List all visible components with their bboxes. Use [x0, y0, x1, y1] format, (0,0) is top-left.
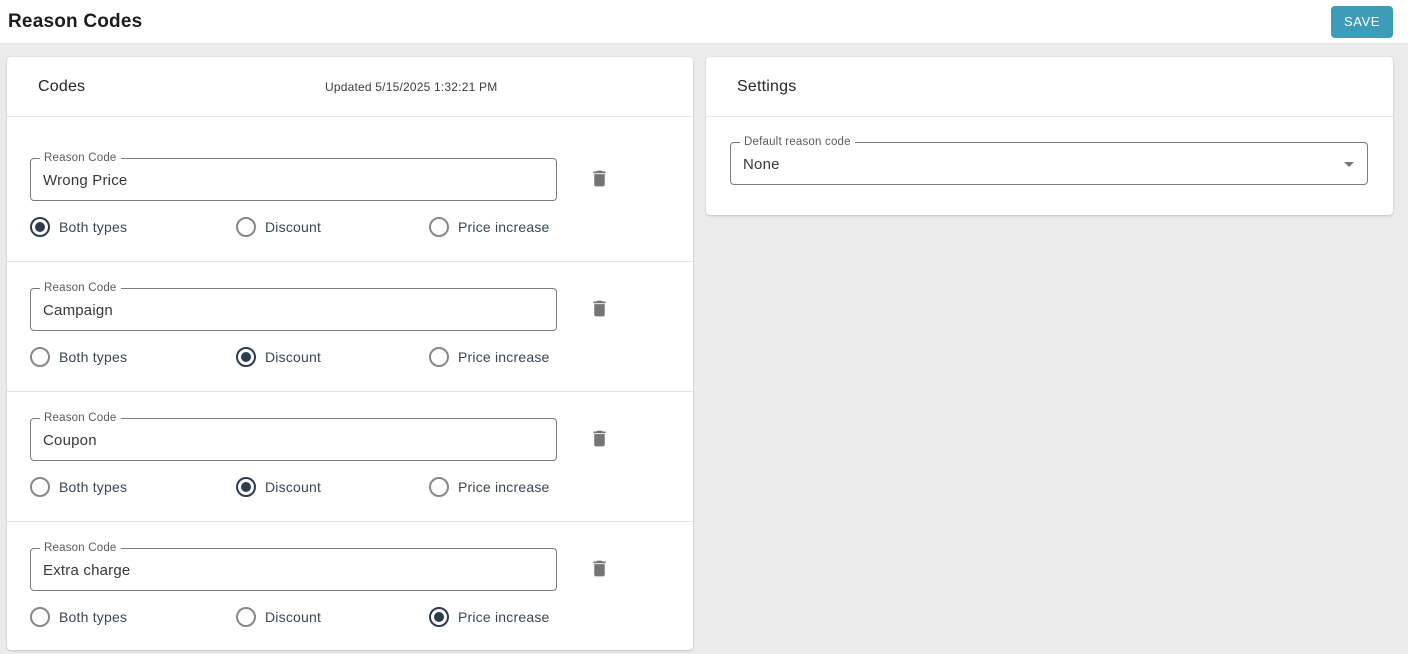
radio-label: Price increase — [458, 609, 550, 625]
reason-code-input[interactable] — [31, 289, 556, 330]
radio-icon — [429, 347, 449, 367]
settings-panel-header: Settings — [706, 57, 1393, 117]
radio-label: Both types — [59, 479, 127, 495]
type-radio-group: Both types Discount Price increase — [30, 347, 550, 367]
trash-icon — [589, 298, 610, 319]
save-button[interactable]: SAVE — [1331, 6, 1393, 38]
trash-icon — [589, 558, 610, 579]
type-radio-group: Both types Discount Price increase — [30, 477, 550, 497]
reason-code-field-label: Reason Code — [40, 542, 121, 555]
settings-panel-title: Settings — [737, 78, 796, 96]
updated-timestamp: Updated 5/15/2025 1:32:21 PM — [325, 80, 497, 94]
reason-code-input[interactable] — [31, 159, 556, 200]
radio-icon — [429, 477, 449, 497]
radio-label: Discount — [265, 219, 321, 235]
default-reason-code-value: None — [731, 154, 780, 173]
reason-code-row: Reason Code Both types Discount Price in… — [7, 522, 693, 649]
radio-icon — [30, 347, 50, 367]
reason-code-input[interactable] — [31, 549, 556, 590]
reason-code-field: Reason Code — [30, 158, 557, 201]
radio-price-increase[interactable]: Price increase — [429, 347, 550, 367]
radio-both-types[interactable]: Both types — [30, 217, 236, 237]
radio-label: Price increase — [458, 219, 550, 235]
reason-code-field: Reason Code — [30, 418, 557, 461]
radio-discount[interactable]: Discount — [236, 347, 429, 367]
radio-discount[interactable]: Discount — [236, 607, 429, 627]
codes-panel-title: Codes — [38, 78, 85, 96]
reason-code-row: Reason Code Both types Discount Price in… — [7, 262, 693, 392]
delete-reason-button[interactable] — [586, 295, 612, 321]
codes-panel-header: Codes Updated 5/15/2025 1:32:21 PM — [7, 57, 693, 117]
radio-icon — [429, 607, 449, 627]
reason-code-row: Reason Code Both types Discount Price in… — [7, 117, 693, 262]
radio-icon — [429, 217, 449, 237]
radio-icon — [30, 607, 50, 627]
top-bar: Reason Codes SAVE — [0, 0, 1408, 44]
reason-code-field: Reason Code — [30, 548, 557, 591]
radio-price-increase[interactable]: Price increase — [429, 607, 550, 627]
chevron-down-icon — [1337, 152, 1361, 176]
trash-icon — [589, 428, 610, 449]
settings-panel: Settings Default reason code None — [706, 57, 1393, 215]
radio-both-types[interactable]: Both types — [30, 347, 236, 367]
radio-label: Discount — [265, 479, 321, 495]
default-reason-code-select[interactable]: Default reason code None — [730, 142, 1368, 185]
radio-icon — [236, 477, 256, 497]
reason-code-field: Reason Code — [30, 288, 557, 331]
radio-label: Discount — [265, 349, 321, 365]
content-area: Codes Updated 5/15/2025 1:32:21 PM Reaso… — [0, 44, 1408, 654]
type-radio-group: Both types Discount Price increase — [30, 217, 550, 237]
reason-code-field-label: Reason Code — [40, 152, 121, 165]
radio-both-types[interactable]: Both types — [30, 477, 236, 497]
delete-reason-button[interactable] — [586, 425, 612, 451]
delete-reason-button[interactable] — [586, 555, 612, 581]
radio-label: Price increase — [458, 479, 550, 495]
radio-label: Both types — [59, 609, 127, 625]
type-radio-group: Both types Discount Price increase — [30, 607, 550, 627]
radio-icon — [236, 347, 256, 367]
codes-panel: Codes Updated 5/15/2025 1:32:21 PM Reaso… — [7, 57, 693, 650]
radio-label: Price increase — [458, 349, 550, 365]
radio-both-types[interactable]: Both types — [30, 607, 236, 627]
radio-label: Both types — [59, 219, 127, 235]
radio-discount[interactable]: Discount — [236, 217, 429, 237]
radio-price-increase[interactable]: Price increase — [429, 217, 550, 237]
reason-code-row: Reason Code Both types Discount Price in… — [7, 392, 693, 522]
settings-body: Default reason code None — [706, 117, 1393, 214]
reason-code-field-label: Reason Code — [40, 412, 121, 425]
reason-code-field-label: Reason Code — [40, 282, 121, 295]
radio-icon — [236, 217, 256, 237]
radio-icon — [30, 217, 50, 237]
reason-code-input[interactable] — [31, 419, 556, 460]
radio-icon — [236, 607, 256, 627]
radio-label: Both types — [59, 349, 127, 365]
delete-reason-button[interactable] — [586, 165, 612, 191]
radio-price-increase[interactable]: Price increase — [429, 477, 550, 497]
radio-icon — [30, 477, 50, 497]
trash-icon — [589, 168, 610, 189]
radio-label: Discount — [265, 609, 321, 625]
page-title: Reason Codes — [8, 11, 142, 33]
radio-discount[interactable]: Discount — [236, 477, 429, 497]
default-reason-code-label: Default reason code — [740, 136, 855, 149]
